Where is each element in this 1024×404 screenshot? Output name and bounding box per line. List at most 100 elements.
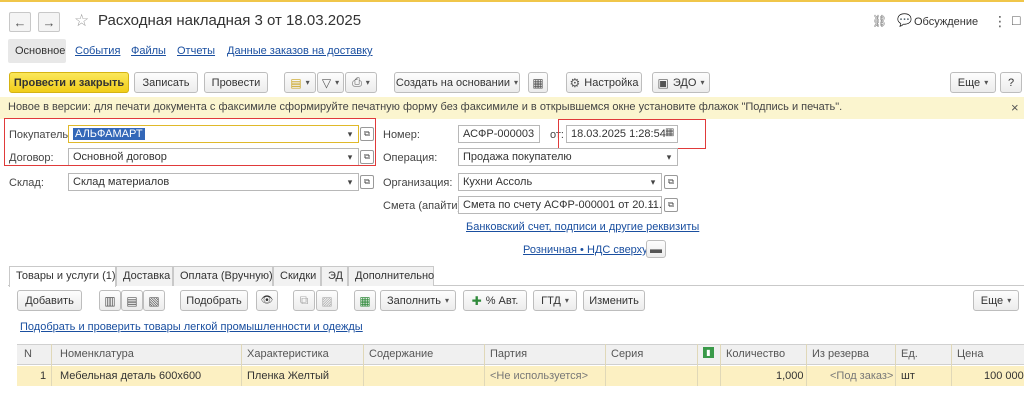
cell-batch[interactable]: <Не используется>	[490, 370, 588, 382]
add-row-button[interactable]: Добавить	[17, 290, 82, 311]
tab-files[interactable]: Файлы	[131, 45, 166, 57]
fill-button[interactable]: Заполнить ▾	[380, 290, 456, 311]
table-more-button[interactable]: Еще ▾	[973, 290, 1019, 311]
organization-label: Организация:	[383, 177, 453, 189]
cell-nomenclature[interactable]: Мебельная деталь 600х600	[60, 370, 201, 382]
cell-n[interactable]: 1	[40, 370, 46, 382]
cell-unit[interactable]: шт	[901, 370, 915, 382]
organization-open-button[interactable]: ⧉	[664, 175, 678, 189]
filter-button[interactable]: ▽ ▾	[317, 72, 344, 93]
col-header-quantity[interactable]: Количество	[726, 348, 785, 360]
estimate-field[interactable]: Смета по счету АСФР-000001 от 20.11.2	[458, 196, 662, 214]
operation-dropdown[interactable]: ▾	[661, 148, 677, 166]
vat-mode-link[interactable]: Розничная • НДС сверху	[523, 244, 648, 256]
more-button[interactable]: Еще ▾	[950, 72, 996, 93]
chat-icon[interactable]: 💬	[897, 13, 912, 27]
auto-discount-button[interactable]: ✚% Авт.	[463, 290, 527, 311]
price-settings-button[interactable]: ▬	[646, 240, 666, 258]
subtab-delivery[interactable]: Доставка	[116, 266, 173, 286]
gtd-button[interactable]: ГТД ▾	[533, 290, 577, 311]
eye-icon: 👁	[260, 295, 274, 306]
close-icon[interactable]: ×	[1011, 100, 1019, 115]
col-header-reserve[interactable]: Из резерва	[812, 348, 869, 360]
favorite-star-icon[interactable]: ☆	[74, 11, 89, 31]
organization-dropdown[interactable]: ▾	[645, 173, 661, 191]
post-and-close-button[interactable]: Провести и закрыть	[9, 72, 129, 93]
pick-check-goods-link[interactable]: Подобрать и проверить товары легкой пром…	[20, 321, 363, 333]
back-button[interactable]: ←	[9, 12, 31, 32]
dropdown-icon: ▾	[564, 296, 569, 305]
col-header-characteristic[interactable]: Характеристика	[247, 348, 329, 360]
operation-field[interactable]: Продажа покупателю	[458, 148, 678, 166]
warehouse-field[interactable]: Склад материалов	[68, 173, 359, 191]
open-icon: ⧉	[668, 177, 674, 186]
pick-button[interactable]: Подобрать	[180, 290, 248, 311]
scan-button[interactable]: ▤	[121, 290, 143, 311]
open-icon: ⧉	[364, 177, 370, 186]
estimate-open-button[interactable]: ⧉	[664, 198, 678, 212]
tab-events[interactable]: События	[75, 45, 120, 57]
forward-button[interactable]: →	[38, 12, 60, 32]
subtab-discounts[interactable]: Скидки	[273, 266, 321, 286]
select-dots-icon[interactable]: ···	[648, 199, 657, 209]
save-button[interactable]: Записать	[134, 72, 198, 93]
subtab-ed[interactable]: ЭД	[321, 266, 348, 286]
print-button[interactable]: ⎙ ▾	[345, 72, 377, 93]
number-field[interactable]: АСФР-000003	[458, 125, 540, 143]
scan-icon: ▤	[126, 293, 138, 308]
dropdown-icon: ▾	[666, 151, 672, 162]
add-label: Добавить	[25, 294, 74, 307]
cell-characteristic[interactable]: Пленка Желтый	[247, 370, 329, 382]
col-header-n[interactable]: N	[24, 348, 32, 360]
settings-button[interactable]: ⚙ Настройка	[566, 72, 642, 93]
more-label: Еще	[957, 76, 981, 89]
dropdown-icon: ▾	[700, 78, 705, 87]
table-view-button[interactable]: ▦	[354, 290, 376, 311]
barcode-button[interactable]: ▥	[99, 290, 121, 311]
paste-button[interactable]: ▨	[316, 290, 338, 311]
structure-icon: ▦	[532, 75, 544, 90]
col-header-batch[interactable]: Партия	[490, 348, 527, 360]
post-button[interactable]: Провести	[204, 72, 268, 93]
create-based-on-button[interactable]: Создать на основании ▾	[394, 72, 520, 93]
discussion-link[interactable]: Обсуждение	[914, 16, 978, 28]
col-header-nomenclature[interactable]: Номенклатура	[60, 348, 134, 360]
dropdown-icon: ▾	[305, 78, 310, 87]
maximize-icon[interactable]: □	[1012, 12, 1020, 28]
help-button[interactable]: ?	[1000, 72, 1022, 93]
warehouse-dropdown[interactable]: ▾	[342, 173, 358, 191]
view-button[interactable]: 👁	[256, 290, 278, 311]
printer-icon: ⎙	[352, 75, 362, 89]
cell-quantity[interactable]: 1,000	[776, 370, 804, 382]
cell-price[interactable]: 100 000	[984, 370, 1024, 382]
col-header-price[interactable]: Цена	[957, 348, 983, 360]
subtab-goods[interactable]: Товары и услуги (1)	[9, 266, 116, 287]
tab-main[interactable]: Основное	[15, 45, 65, 57]
more-icon[interactable]: ⋮	[993, 13, 1007, 30]
dropdown-icon: ▾	[445, 296, 450, 305]
change-label: Изменить	[589, 294, 639, 307]
doc-actions-button[interactable]: ▤ ▾	[284, 72, 316, 93]
tab-reports[interactable]: Отчеты	[177, 45, 215, 57]
edo-button[interactable]: ▣ ЭДО ▾	[652, 72, 710, 93]
col-header-unit[interactable]: Ед.	[901, 348, 918, 360]
col-header-series[interactable]: Серия	[611, 348, 643, 360]
organization-field[interactable]: Кухни Ассоль	[458, 173, 662, 191]
col-header-content[interactable]: Содержание	[369, 348, 433, 360]
copy-button[interactable]: ⧉	[293, 290, 315, 311]
warehouse-open-button[interactable]: ⧉	[360, 175, 374, 189]
marking-button[interactable]: ▧	[143, 290, 165, 311]
settings-label: Настройка	[584, 76, 639, 89]
bank-account-link[interactable]: Банковский счет, подписи и другие реквиз…	[466, 221, 699, 233]
subtab-payment[interactable]: Оплата (Вручную)	[173, 266, 273, 286]
highlight-box-buyer	[4, 118, 376, 166]
cell-reserve[interactable]: <Под заказ>	[830, 370, 893, 382]
column-separator	[363, 344, 364, 386]
structure-button[interactable]: ▦	[528, 72, 548, 93]
change-button[interactable]: Изменить	[583, 290, 645, 311]
tab-delivery-orders[interactable]: Данные заказов на доставку	[227, 45, 373, 57]
subtab-additional[interactable]: Дополнительно	[348, 266, 434, 286]
link-icon[interactable]: ⛓	[872, 14, 887, 28]
column-separator	[720, 344, 721, 386]
column-separator	[605, 344, 606, 386]
